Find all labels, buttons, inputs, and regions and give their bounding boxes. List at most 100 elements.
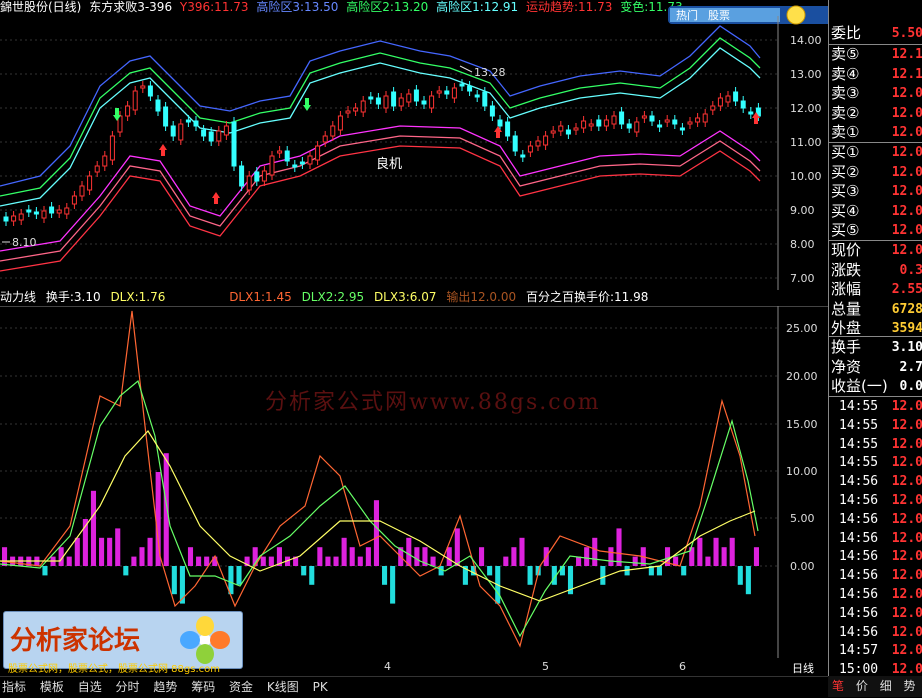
candle (520, 154, 526, 158)
stats-value: 2.55 (891, 282, 922, 298)
candle (299, 161, 305, 165)
candle (421, 100, 427, 105)
tab-watchlist[interactable]: 自选 (76, 680, 104, 694)
buy-label: 买③ (831, 182, 860, 201)
candle (619, 111, 625, 125)
volume-bar (745, 566, 751, 595)
volume-bar (737, 566, 743, 585)
tick-time: 14:56 (839, 568, 879, 584)
volume-bar (632, 556, 638, 566)
tick-time: 14:55 (839, 436, 879, 452)
tab-chips[interactable]: 筹码 (189, 680, 217, 694)
tab-indicator[interactable]: 指标 (0, 680, 28, 694)
candle (588, 123, 594, 127)
candle (543, 135, 549, 146)
volume-bar (681, 566, 687, 576)
sell-signal-arrow (159, 144, 167, 150)
tab-trades[interactable]: 笔 (832, 679, 844, 693)
volume-bar (576, 556, 582, 566)
tick-price: 12.0 (891, 493, 922, 508)
candle (398, 97, 404, 107)
candle (64, 207, 70, 215)
candle (11, 215, 17, 222)
volume-bar (656, 566, 662, 576)
tab-tendency[interactable]: 势 (904, 679, 916, 693)
candle (679, 127, 685, 131)
opportunity-label: 良机 (376, 156, 402, 172)
candle (315, 145, 321, 161)
tick-row: 14:56 12.0 (829, 623, 922, 642)
tick-row: 14:56 12.0 (829, 547, 922, 566)
candle (71, 195, 77, 205)
tick-time: 14:55 (839, 455, 879, 471)
buy-value: 12.0 (891, 223, 922, 239)
sell-signal-arrow (212, 192, 220, 198)
sell-row: 卖② 12.0 (829, 104, 922, 123)
volume-bar (260, 556, 266, 566)
candle (132, 90, 138, 111)
sell-row: 卖③ 12.0 (829, 84, 922, 103)
volume-bar (317, 547, 323, 566)
trend-value: 运动趋势:11.73 (526, 0, 613, 14)
tab-funds[interactable]: 资金 (227, 680, 255, 694)
month-label: 6 (679, 660, 686, 673)
tab-detail[interactable]: 细 (880, 679, 892, 693)
tab-kline[interactable]: K线图 (265, 680, 301, 694)
candle (170, 125, 176, 137)
stats-row: 现价 12.0 (829, 241, 922, 260)
tab-trend[interactable]: 趋势 (151, 680, 179, 694)
candle (740, 100, 746, 109)
tick-price: 12.0 (891, 530, 922, 546)
buy-signal-arrow (305, 98, 309, 105)
tab-template[interactable]: 模板 (38, 680, 66, 694)
volume-bar (349, 547, 355, 566)
tab-pk[interactable]: PK (311, 680, 330, 694)
y-tick: 8.00 (790, 238, 815, 251)
candle (626, 123, 632, 129)
indicator-chart[interactable]: 25.00 20.00 15.00 10.00 5.00 0.00 (0, 306, 828, 658)
y-tick: 15.00 (786, 418, 818, 431)
volume-bar (187, 547, 194, 566)
tick-price: 12.0 (891, 436, 922, 452)
sell-value: 12.0 (891, 125, 922, 141)
candle (337, 115, 343, 131)
volume-bar (446, 547, 452, 566)
volume-bar (390, 566, 396, 604)
candle (208, 131, 214, 142)
candle (322, 135, 328, 143)
price-chart[interactable]: 14.00 13.00 12.00 11.00 10.00 9.00 8.00 … (0, 16, 828, 290)
buy-label: 买① (831, 143, 860, 161)
sell-signal-arrow (161, 150, 165, 156)
stats-value: 0.3 (899, 262, 922, 278)
tick-time: 14:56 (839, 474, 879, 490)
fund-label: 换手 (831, 338, 862, 356)
tab-price[interactable]: 价 (856, 679, 868, 693)
candle (429, 95, 435, 109)
tab-intraday[interactable]: 分时 (114, 680, 146, 694)
output-value: 输出12.0.00 (446, 290, 517, 304)
buy-row: 买⑤ 12.0 (829, 221, 922, 240)
candle (18, 213, 24, 221)
candle (140, 85, 146, 89)
candle (201, 129, 207, 137)
candle (26, 209, 32, 213)
candle (102, 155, 108, 167)
volume-bar (139, 547, 145, 566)
volume-bar (406, 537, 412, 566)
volume-bar (268, 556, 274, 566)
band-upper-1 (0, 47, 761, 207)
buy-row: 买② 12.0 (829, 163, 922, 182)
y-tick: 7.00 (790, 272, 815, 285)
candle (178, 123, 184, 141)
candle (535, 140, 541, 147)
candle (3, 216, 9, 222)
candle (109, 135, 115, 161)
candle (505, 121, 511, 137)
candle (216, 130, 222, 142)
tick-price: 12.0 (891, 568, 922, 584)
logo-title: 分析家论坛 (10, 626, 141, 656)
y-tick: 5.00 (790, 512, 815, 525)
volume-bar (309, 566, 315, 585)
buy-label: 买⑤ (831, 221, 860, 240)
y-tick: 14.00 (790, 34, 822, 47)
